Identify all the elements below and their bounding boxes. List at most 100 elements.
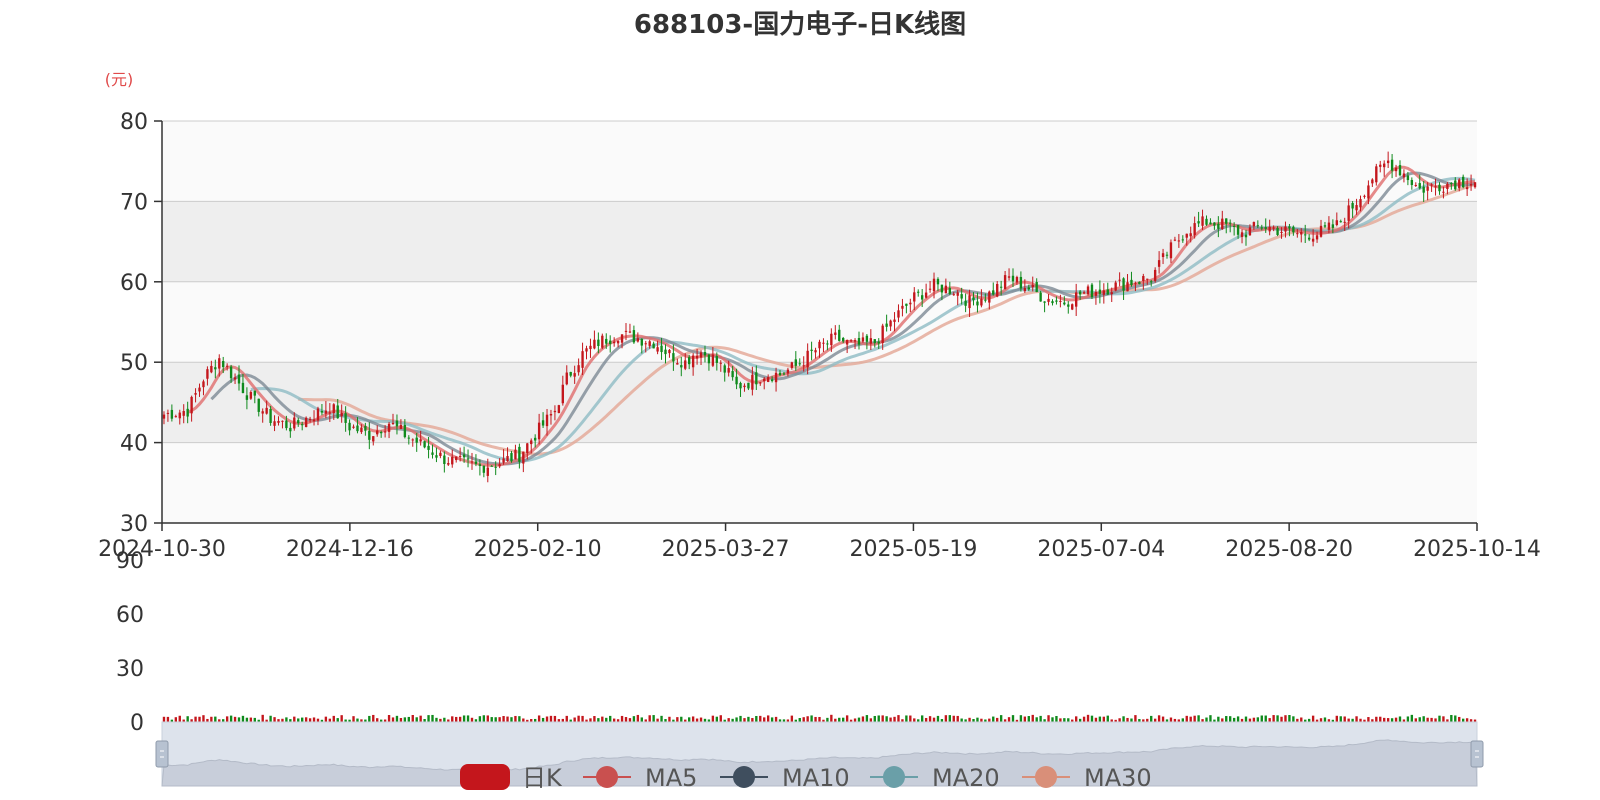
candle-body [1383, 163, 1386, 168]
candle-body [372, 436, 375, 442]
legend-label: MA30 [1084, 764, 1152, 792]
volume-bar [269, 715, 272, 722]
volume-bar [695, 718, 699, 722]
legend-label: 日K [522, 764, 563, 792]
volume-bar [802, 717, 805, 722]
candle-body [1248, 227, 1252, 236]
candle-body [845, 339, 849, 345]
y-axis-unit: (元) [105, 70, 134, 89]
candle-body [869, 338, 873, 344]
volume-bar [304, 717, 308, 722]
candle-body [340, 412, 343, 417]
volume-bar [660, 715, 663, 722]
volume-bar [845, 715, 849, 722]
volume-bar [174, 717, 178, 722]
candle-body [763, 378, 766, 382]
candle-body [1375, 166, 1378, 183]
candle-body [245, 395, 249, 400]
candle-body [1288, 226, 1291, 229]
candle-body [1379, 164, 1382, 167]
candle-body [364, 426, 367, 431]
candle-body [462, 454, 466, 458]
volume-bar [490, 717, 493, 722]
candle-body [1304, 234, 1307, 236]
volume-bar [842, 717, 845, 722]
volume-bar [932, 717, 936, 722]
x-tick-label: 2025-10-14 [1413, 537, 1541, 562]
candle-body [1240, 232, 1244, 237]
volume-bar [1454, 715, 1457, 722]
candle-body [857, 338, 861, 345]
legend-swatch-marker [596, 766, 618, 788]
volume-bar [676, 717, 679, 722]
volume-bar [1410, 714, 1414, 722]
candle-body [1209, 222, 1212, 225]
volume-bar [735, 717, 738, 722]
volume-bar [605, 717, 608, 722]
candle-body [806, 350, 809, 368]
chart-title: 688103-国力电子-日K线图 [634, 10, 966, 40]
volume-bar [1118, 718, 1121, 722]
candle-body [640, 338, 643, 346]
volume-bar [865, 715, 869, 722]
volume-bar [498, 717, 501, 722]
volume-bar [545, 716, 549, 722]
volume-bar [1217, 716, 1220, 722]
candle-body [940, 284, 944, 293]
candle-body [225, 365, 229, 367]
candle-body [1461, 176, 1465, 188]
candle-body [1094, 292, 1098, 296]
candle-body [999, 286, 1003, 288]
volume-bar [885, 716, 888, 722]
legend-item-ma10[interactable]: MA10 [720, 764, 850, 792]
volume-bar [1189, 716, 1192, 722]
candle-body [664, 349, 667, 355]
slider-handle[interactable] [1470, 740, 1484, 768]
volume-bar [573, 717, 576, 722]
volume-bar [1126, 717, 1129, 722]
candle-body [739, 382, 742, 389]
volume-bar [727, 718, 730, 722]
candle-body [782, 373, 786, 375]
volume-bar [814, 716, 817, 722]
volume-bar [648, 715, 651, 722]
candle-body [285, 420, 288, 429]
candle-body [352, 426, 355, 428]
volume-bar [881, 715, 884, 722]
candle-body [1351, 203, 1354, 209]
volume-bar [1355, 716, 1358, 722]
volume-bar [514, 715, 517, 722]
candle-body [518, 446, 521, 462]
legend-item-ma20[interactable]: MA20 [870, 764, 1000, 792]
legend-swatch-marker [1035, 766, 1057, 788]
candle-body [1177, 240, 1181, 242]
candle-body [427, 445, 430, 450]
volume-bar [466, 715, 470, 722]
candle-body [431, 452, 434, 455]
slider-handle[interactable] [155, 740, 169, 768]
candle-body [747, 382, 750, 389]
volume-bar [312, 717, 316, 722]
candle-body [1197, 221, 1200, 224]
volume-bar [636, 714, 640, 722]
legend-swatch-marker [733, 766, 755, 788]
volume-bar [688, 717, 691, 722]
candle-body [561, 384, 565, 404]
candle-body [1007, 276, 1011, 278]
candle-body [451, 456, 454, 465]
candle-body [569, 371, 572, 376]
volume-bar [1438, 715, 1441, 722]
volume-bar [411, 715, 414, 722]
legend-item-ma30[interactable]: MA30 [1022, 764, 1152, 792]
volume-bar [1458, 716, 1461, 722]
candle-body [1071, 304, 1074, 310]
candle-body [577, 365, 580, 373]
volume-bar [1193, 715, 1196, 722]
candle-body [190, 396, 193, 414]
volume-bar [537, 715, 541, 722]
candle-body [790, 362, 794, 368]
volume-bar [1434, 718, 1437, 722]
volume-bar [1264, 715, 1267, 722]
volume-bar [680, 716, 683, 722]
candle-body [774, 372, 778, 383]
